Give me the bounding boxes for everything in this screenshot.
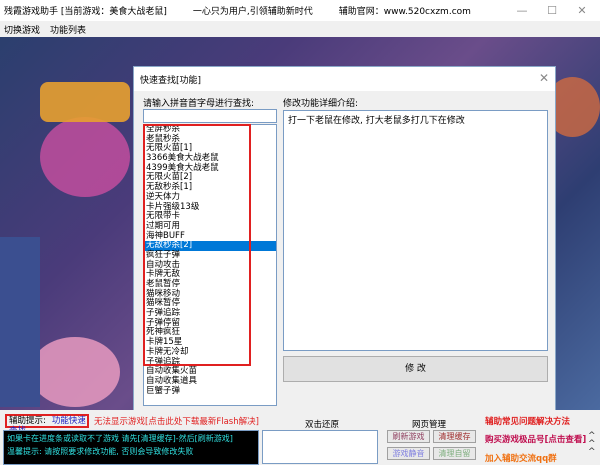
menu-bar: 切换游戏 功能列表 [0,21,600,37]
dialog-title: 快速查找[功能] [134,67,555,91]
dialog-close-button[interactable]: ✕ [539,71,549,85]
buy-account-link[interactable]: 购买游戏极品号[点击查看] [485,433,586,445]
game-floor [0,237,40,407]
refresh-game-button[interactable]: 刷新游戏 [387,430,430,443]
mute-game-button[interactable]: 游戏静音 [387,447,430,460]
function-list-item[interactable]: 巨蟹子弹 [144,386,276,397]
game-character [30,337,120,407]
game-logo [40,82,130,122]
clear-cache-button[interactable]: 清理缓存 [433,430,476,443]
modify-button[interactable]: 修 改 [283,356,548,382]
minimize-button[interactable]: — [508,0,536,21]
search-label: 请输入拼音首字母进行查找: [143,99,255,109]
collapse-arrows-icon[interactable]: ^ ^ ^ [588,432,596,457]
console-line: 如果卡在进度条或读取不了游戏 请先[清理缓存]-然后[刷新游戏] [7,434,233,443]
menu-switch-game[interactable]: 切换游戏 [4,23,40,36]
description-textarea[interactable]: 打一下老鼠在修改, 打大老鼠多打几下在修改 [283,110,548,351]
bottom-panel: 辅助提示:功能快速查找 无法显示游戏[点击此处下载最新Flash解决] 如果卡在… [0,410,600,465]
web-management-label: 网页管理 [412,420,447,430]
flash-download-link[interactable]: 无法显示游戏[点击此处下载最新Flash解决] [94,415,259,427]
hint-label: 辅助提示: [9,416,46,426]
hint-box: 辅助提示:功能快速查找 [5,414,89,436]
clear-self-button[interactable]: 清理自留 [433,447,476,460]
game-character [40,117,130,197]
search-input[interactable] [143,109,277,123]
menu-function-list[interactable]: 功能列表 [50,23,86,36]
restore-box[interactable] [262,430,378,464]
double-click-restore-label: 双击还原 [305,420,340,430]
desc-label: 修改功能详细介绍: [283,99,359,109]
message-console[interactable]: 如果卡在进度条或读取不了游戏 请先[清理缓存]-然后[刷新游戏] 温馨提示: 请… [3,430,259,465]
slogan: 一心只为用户,引领辅助新时代 [192,7,313,17]
function-list[interactable]: 全屏秒杀 老鼠秒杀 无限火苗[1] 3366美食大战老鼠 4399美食大战老鼠 无限火苗[… [143,124,277,406]
official-site[interactable]: 辅助官网：www.520cxzm.com [339,4,471,17]
faq-link[interactable]: 辅助常见问题解决方法 [485,415,570,427]
quick-search-dialog: 快速查找[功能] ✕ 请输入拼音首字母进行查找: 全屏秒杀 老鼠秒杀 无限火苗[1]… [133,66,556,411]
close-button[interactable]: ✕ [568,0,596,21]
window-title: 残霞游戏助手 [当前游戏：美食大战老鼠] [4,7,167,17]
console-line: 温馨提示: 请按照要求修改功能, 否则会导致修改失败 [7,447,194,456]
maximize-button[interactable]: ☐ [538,0,566,21]
join-qq-group-link[interactable]: 加入辅助交流qq群 [485,452,557,464]
